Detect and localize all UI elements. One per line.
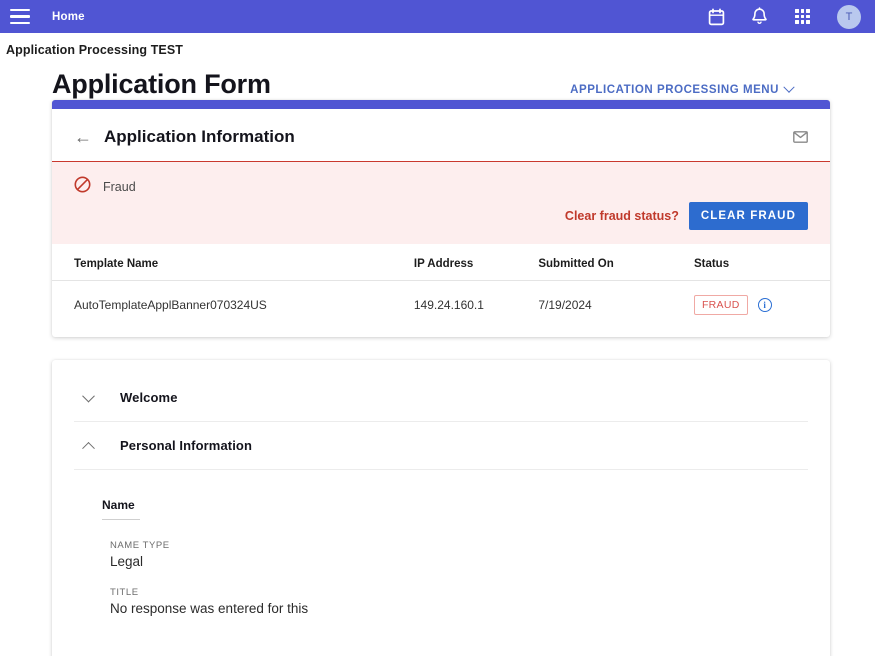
application-processing-menu-button[interactable]: APPLICATION PROCESSING MENU [570,81,795,96]
column-header-submitted-on: Submitted On [534,244,690,281]
accordion-item-personal-information: Personal Information [74,422,808,470]
field-value-title: No response was entered for this [110,601,309,616]
field-value-name-type: Legal [110,554,144,569]
page-header: Application Form APPLICATION PROCESSING … [0,57,875,100]
chevron-up-icon [76,441,106,455]
card-accent-stripe [52,100,830,109]
home-link[interactable]: Home [52,11,85,23]
column-header-template-name: Template Name [52,244,410,281]
field-label-name-type: NAME TYPE [110,540,170,551]
page-title: Application Form [52,69,271,99]
accordion-header-personal-information[interactable]: Personal Information [74,422,808,469]
breadcrumb: Application Processing TEST [6,43,184,57]
table-body: AutoTemplateApplBanner070324US 149.24.16… [52,281,830,338]
card-gap [0,337,875,360]
block-icon [74,176,91,198]
chevron-down-icon [783,81,795,93]
accordion-label-personal-information: Personal Information [120,438,253,453]
hamburger-bar [10,22,30,25]
application-information-header: ← Application Information [52,109,830,161]
column-header-ip-address: IP Address [409,244,535,281]
clear-fraud-button[interactable]: CLEAR FRAUD [688,202,808,230]
column-header-status: Status [689,244,830,281]
appbar-icon-group: T [706,4,861,29]
bell-icon[interactable] [749,6,770,27]
accordion-card-wrapper: Welcome Personal Information Name NAME T… [0,360,875,656]
clear-fraud-question: Clear fraud status? [564,209,679,223]
accordion-item-welcome: Welcome [74,374,808,422]
fraud-alert-banner: Fraud Clear fraud status? CLEAR FRAUD [52,161,830,244]
application-table: Template Name IP Address Submitted On St… [52,244,830,337]
field-group-title-name: Name [102,498,135,512]
application-information-card: ← Application Information Fraud Clear fr… [52,100,830,337]
application-processing-menu-label: APPLICATION PROCESSING MENU [570,84,779,96]
field-group-divider [102,519,140,520]
application-sections-card: Welcome Personal Information Name NAME T… [52,360,830,656]
chevron-down-icon [76,389,106,403]
back-arrow-icon[interactable]: ← [74,128,92,146]
info-card-wrapper: ← Application Information Fraud Clear fr… [0,100,875,337]
top-app-bar: Home T [0,0,875,33]
status-badge: FRAUD [693,295,748,315]
personal-information-body: Name NAME TYPE Legal TITLE No response w… [74,470,808,616]
avatar[interactable]: T [837,4,861,29]
fraud-alert-action-row: Clear fraud status? CLEAR FRAUD [74,202,808,230]
hamburger-bar [10,15,30,18]
accordion-list: Welcome Personal Information Name NAME T… [52,360,830,616]
status-cell-inner: FRAUD i [693,295,826,315]
hamburger-menu-icon[interactable] [10,8,30,25]
cell-submitted-on: 7/19/2024 [538,298,592,312]
field-title: TITLE No response was entered for this [102,587,806,616]
info-circle-icon[interactable]: i [757,298,772,312]
envelope-icon[interactable] [793,131,808,143]
accordion-label-welcome: Welcome [120,390,178,405]
table-header: Template Name IP Address Submitted On St… [52,244,830,281]
cell-template-name: AutoTemplateApplBanner070324US [74,298,267,312]
cell-ip-address: 149.24.160.1 [413,298,484,312]
hamburger-bar [10,8,30,11]
cell-status: FRAUD i [690,281,830,338]
table-header-row: Template Name IP Address Submitted On St… [52,244,830,281]
fraud-alert-label: Fraud [103,180,136,194]
apps-grid-icon[interactable] [792,6,813,27]
table-row[interactable]: AutoTemplateApplBanner070324US 149.24.16… [52,281,830,338]
calendar-icon[interactable] [706,6,727,27]
field-label-title: TITLE [110,587,139,598]
field-name-type: NAME TYPE Legal [102,540,806,569]
fraud-alert-top-row: Fraud [74,172,808,198]
accordion-header-welcome[interactable]: Welcome [74,374,808,421]
application-information-title: Application Information [104,127,295,146]
